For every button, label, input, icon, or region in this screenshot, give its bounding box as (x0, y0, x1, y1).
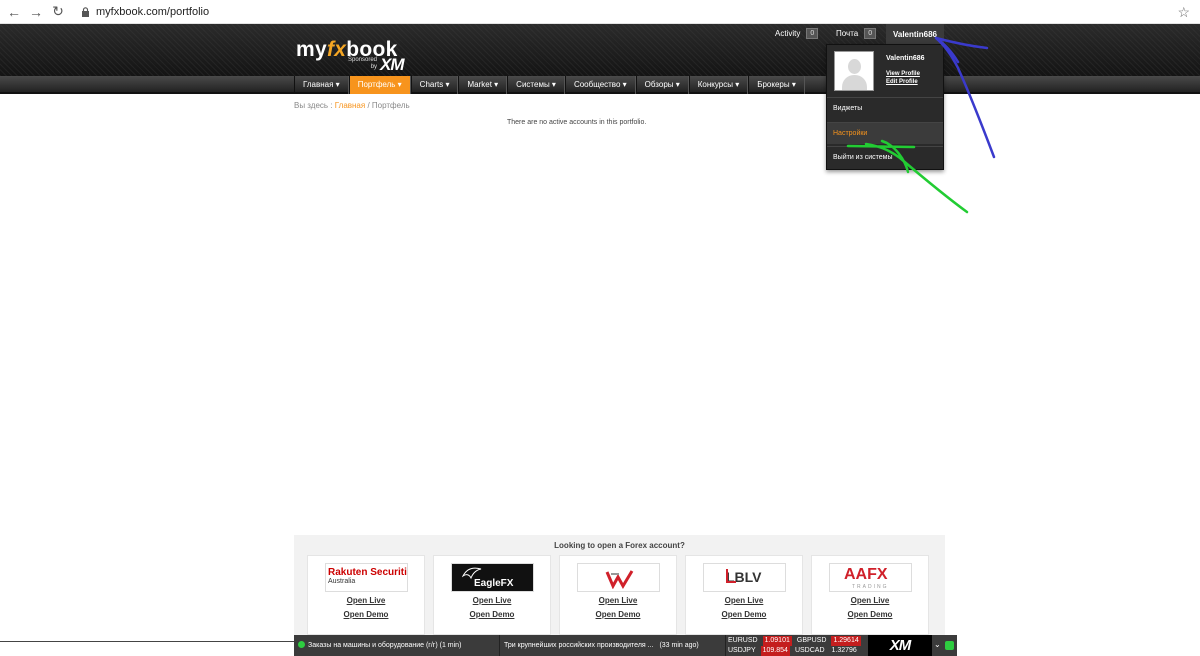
open-demo-link[interactable]: Open Demo (308, 610, 424, 619)
edit-profile-link[interactable]: Edit Profile (886, 79, 918, 85)
broker-w-icon (605, 570, 634, 589)
chat-icon[interactable] (945, 641, 954, 650)
open-demo-link[interactable]: Open Demo (686, 610, 802, 619)
open-demo-link[interactable]: Open Demo (560, 610, 676, 619)
news-ticker: Заказы на машины и оборудование (г/г) (1… (294, 635, 957, 656)
dropdown-profile: Valentin686 View Profile Edit Profile (827, 45, 943, 97)
logout-menu-item[interactable]: Выйти из системы (827, 146, 943, 168)
site-header: myfxbook Sponsored by XM (0, 24, 1200, 76)
open-demo-link[interactable]: Open Demo (434, 610, 550, 619)
broker-section-title: Looking to open a Forex account? (554, 541, 685, 550)
nav-item-portfolio[interactable]: Портфель ▾ (348, 76, 411, 94)
broker-logo-w[interactable] (577, 563, 660, 592)
nav-item-home[interactable]: Главная ▾ (294, 76, 349, 94)
open-live-link[interactable]: Open Live (308, 596, 424, 605)
user-menu[interactable]: Valentin686 (886, 24, 944, 44)
arrow-right-icon[interactable]: → (25, 4, 47, 20)
user-dropdown: Valentin686 View Profile Edit Profile Ви… (826, 44, 944, 170)
rate-row: EURUSD 1.09101 GBPUSD 1.29614 (728, 636, 861, 646)
avatar[interactable] (834, 51, 874, 91)
open-demo-link[interactable]: Open Demo (812, 610, 928, 619)
broker-logo-lblv[interactable]: LBLV (703, 563, 786, 592)
settings-menu-item[interactable]: Настройки (827, 122, 943, 144)
open-live-link[interactable]: Open Live (812, 596, 928, 605)
broker-logo-aafx[interactable]: AAFX TRADING (829, 563, 912, 592)
page-bottom-strip (0, 641, 294, 656)
main-nav: Главная ▾ Портфель ▾ Charts ▾ Market ▾ С… (0, 76, 1200, 94)
broker-card: Open Live Open Demo (559, 555, 677, 635)
breadcrumb-home-link[interactable]: Главная (335, 101, 365, 110)
currency-rates: EURUSD 1.09101 GBPUSD 1.29614 USDJPY 109.85… (728, 636, 866, 656)
nav-item-community[interactable]: Сообщество ▾ (564, 76, 636, 94)
xm-ticker-logo[interactable]: XM (868, 635, 932, 656)
open-live-link[interactable]: Open Live (434, 596, 550, 605)
browser-toolbar: ← → ↻ myfxbook.com/portfolio ☆ (0, 0, 1200, 24)
nav-item-brokers[interactable]: Брокеры ▾ (748, 76, 805, 94)
sponsored-label: Sponsored by (348, 57, 378, 70)
address-bar[interactable]: myfxbook.com/portfolio (81, 6, 209, 18)
nav-item-systems[interactable]: Системы ▾ (507, 76, 565, 94)
live-dot-icon (298, 641, 305, 648)
activity-count: 0 (806, 27, 819, 39)
broker-logo-rakuten[interactable]: Rakuten Securities Australia (325, 563, 408, 592)
view-profile-link[interactable]: View Profile (886, 71, 920, 77)
arrow-left-icon[interactable]: ← (3, 4, 25, 20)
dropdown-username: Valentin686 (886, 55, 925, 62)
broker-logo-eaglefx[interactable]: EagleFX (451, 563, 534, 592)
url-text: myfxbook.com/portfolio (96, 5, 210, 18)
broker-card: LBLV Open Live Open Demo (685, 555, 803, 635)
broker-card: AAFX TRADING Open Live Open Demo (811, 555, 929, 635)
nav-item-contests[interactable]: Конкурсы ▾ (688, 76, 749, 94)
news-item[interactable]: Три крупнейших российских производителя … (500, 635, 726, 656)
broker-section: Looking to open a Forex account? Rakuten… (294, 535, 945, 635)
page: ← → ↻ myfxbook.com/portfolio ☆ myfxbook … (0, 0, 1200, 656)
reload-icon[interactable]: ↻ (47, 3, 69, 20)
open-live-link[interactable]: Open Live (686, 596, 802, 605)
breadcrumb: Вы здесь : Главная / Портфель (294, 101, 410, 110)
activity-menu[interactable]: Activity 0 (775, 24, 819, 42)
widgets-menu-item[interactable]: Виджеты (827, 97, 943, 119)
nav-item-charts[interactable]: Charts ▾ (410, 76, 459, 94)
star-icon[interactable]: ☆ (1177, 4, 1190, 21)
mail-count: 0 (864, 27, 877, 39)
chevron-down-icon[interactable]: ⌄ (934, 640, 941, 649)
nav-item-reviews[interactable]: Обзоры ▾ (635, 76, 689, 94)
open-live-link[interactable]: Open Live (560, 596, 676, 605)
xm-logo[interactable]: XM (380, 55, 404, 75)
mail-menu[interactable]: Почта 0 (836, 24, 877, 42)
breadcrumb-current: Портфель (371, 101, 410, 110)
broker-card: Rakuten Securities Australia Open Live O… (307, 555, 425, 635)
broker-card: EagleFX Open Live Open Demo (433, 555, 551, 635)
news-item[interactable]: Заказы на машины и оборудование (г/г) (1… (294, 635, 500, 656)
lock-icon (82, 6, 89, 17)
rate-row: USDJPY 109.854 USDCAD 1.32796 (728, 646, 857, 656)
nav-item-market[interactable]: Market ▾ (458, 76, 508, 94)
